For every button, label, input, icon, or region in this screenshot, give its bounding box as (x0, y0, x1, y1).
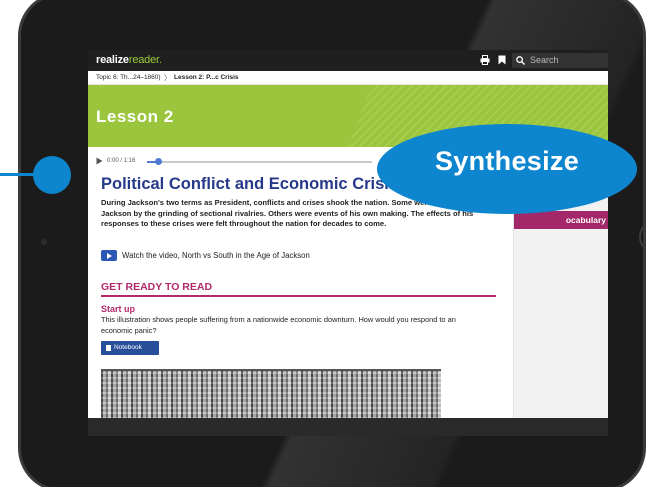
search-placeholder: Search (530, 55, 559, 65)
promo-image: realizereader. Search Topic 6: Th...24–1… (0, 0, 647, 487)
breadcrumb-topic[interactable]: Topic 6: Th...24–1860) (96, 74, 161, 81)
logo-reader: reader. (128, 54, 162, 66)
tablet-frame: realizereader. Search Topic 6: Th...24–1… (18, 0, 646, 487)
audio-player: 0:00 / 1:16 (96, 155, 391, 169)
screen-bottom-bar (88, 418, 608, 436)
breadcrumb-separator: 〉 (164, 75, 171, 82)
breadcrumb-lesson[interactable]: Lesson 2: P...c Crisis (174, 74, 239, 81)
illustration-shading (101, 371, 441, 419)
search-input[interactable]: Search (512, 53, 608, 68)
logo-realize: realize (96, 54, 129, 66)
bookmark-icon[interactable] (498, 55, 506, 65)
video-play-icon (107, 253, 112, 259)
app-topbar: realizereader. Search (88, 50, 608, 71)
print-icon[interactable] (480, 55, 490, 65)
notebook-icon (106, 345, 111, 351)
illustration-image (101, 369, 441, 419)
startup-heading: Start up (101, 304, 136, 314)
notebook-button[interactable]: Notebook (101, 341, 159, 355)
video-link-text: Watch the video, North vs South in the A… (122, 251, 310, 260)
breadcrumb: Topic 6: Th...24–1860) 〉 Lesson 2: P...c… (88, 71, 608, 85)
progress-slider[interactable] (147, 158, 372, 165)
section-heading: GET READY TO READ (101, 281, 496, 297)
app-logo[interactable]: realizereader. (96, 54, 162, 66)
startup-text: This illustration shows people suffering… (101, 315, 456, 335)
progress-knob[interactable] (155, 158, 163, 165)
search-icon (516, 56, 525, 65)
player-time: 0:00 / 1:16 (107, 158, 136, 164)
synthesize-label: Synthesize (434, 146, 580, 176)
video-icon (101, 250, 117, 261)
play-icon[interactable] (96, 157, 103, 165)
vocabulary-tab[interactable]: ocabulary (514, 211, 608, 229)
callout-dot (33, 156, 71, 194)
lesson-title: Lesson 2 (96, 107, 174, 126)
front-camera (41, 239, 47, 245)
notebook-label: Notebook (114, 344, 142, 351)
video-link[interactable]: Watch the video, North vs South in the A… (101, 250, 421, 264)
tablet-screen: realizereader. Search Topic 6: Th...24–1… (88, 50, 608, 436)
